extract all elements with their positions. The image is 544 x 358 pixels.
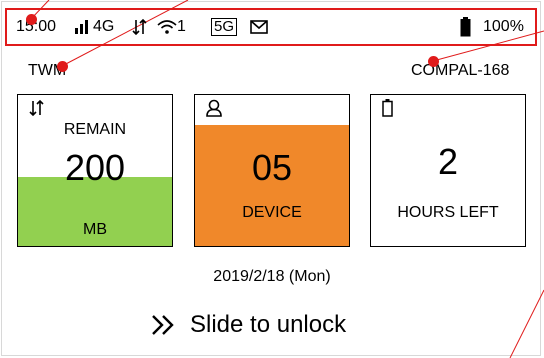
date-label: 2019/2/18 (Mon) [213,268,331,285]
tile-unit-label: HOURS LEFT [397,204,499,221]
clock-time: 15:00 [16,18,57,35]
tile-unit-label: DEVICE [242,204,302,221]
slide-to-unlock[interactable]: Slide to unlock [150,309,346,341]
device-count-tile[interactable]: 05 DEVICE [194,94,350,247]
wifi-ssid: COMPAL-168 [411,62,510,79]
remaining-data-value: 200 [64,147,126,188]
wifi-icon [157,20,177,34]
annotation-marker [57,61,68,72]
slide-to-unlock-label: Slide to unlock [190,311,347,338]
wifi-status: 1 [157,10,186,44]
battery-percent: 100% [483,18,524,35]
annotation-marker [428,56,439,67]
status-bar: 15:00 4G 1 5G 100% [5,8,537,46]
hours-left-value: 2 [437,141,459,182]
annotation-marker [26,14,37,25]
network-type: 4G [93,18,115,35]
data-transfer-icon [29,99,45,122]
remaining-data-tile[interactable]: REMAIN 200 MB [17,94,173,247]
battery-hours-tile[interactable]: 2 HOURS LEFT [370,94,526,247]
signal-bars-icon [74,10,90,44]
tile-top-label: REMAIN [63,121,127,138]
battery-icon [460,10,471,44]
device-count-value: 05 [251,147,293,188]
5g-badge: 5G [211,10,238,44]
wifi-client-count: 1 [177,18,186,35]
tile-unit-label: MB [83,221,107,238]
battery-outline-icon [382,99,393,122]
user-icon [206,99,222,122]
double-chevron-right-icon [152,315,174,335]
data-transfer-icon [132,10,148,44]
mail-icon[interactable] [250,10,268,44]
